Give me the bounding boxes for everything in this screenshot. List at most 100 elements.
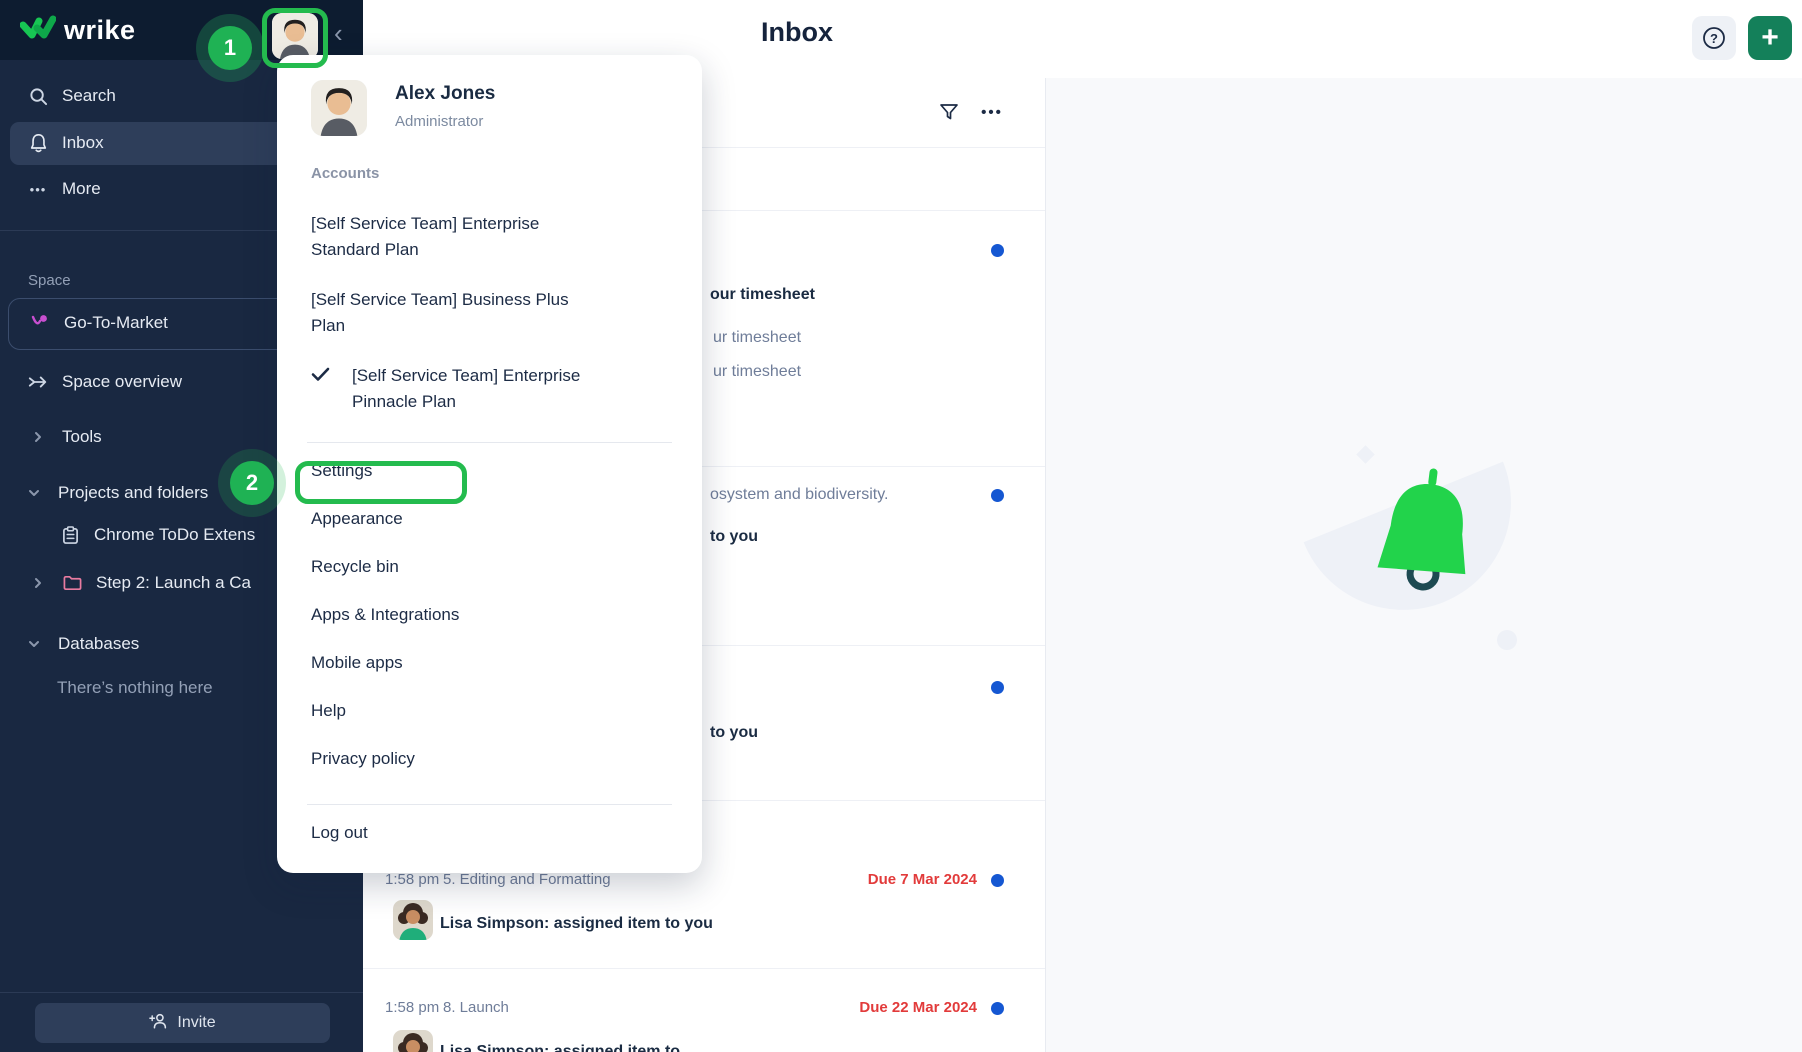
space-overview-icon <box>28 373 48 391</box>
wrike-logo-icon <box>20 14 56 47</box>
notification-line[interactable]: ur timesheet <box>713 328 801 348</box>
menu-item-apps-integrations[interactable]: Apps & Integrations <box>311 602 459 628</box>
sidebar-item-databases[interactable]: Databases <box>24 634 139 654</box>
profile-name: Alex Jones <box>395 83 495 105</box>
notification-title[interactable]: our timesheet <box>710 285 815 305</box>
list-options-button[interactable]: ••• <box>978 98 1006 126</box>
more-icon: ••• <box>28 182 48 197</box>
filter-button[interactable] <box>935 98 963 126</box>
sidebar-item-chrome-todo[interactable]: Chrome ToDo Extens <box>60 525 255 545</box>
menu-item-recycle-bin[interactable]: Recycle bin <box>311 554 399 580</box>
sender-avatar <box>393 1030 433 1052</box>
menu-account-business-plus[interactable]: [Self Service Team] Business Plus Plan <box>311 287 569 339</box>
sidebar-item-projects[interactable]: Projects and folders <box>24 483 208 503</box>
profile-menu-avatar <box>311 80 367 136</box>
sidebar-item-more[interactable]: ••• More <box>28 179 101 199</box>
account-lines: [Self Service Team] Enterprise Pinnacle … <box>352 363 580 415</box>
databases-empty-text: There’s nothing here <box>57 678 213 698</box>
sidebar-item-label: Projects and folders <box>58 483 208 503</box>
svg-text:?: ? <box>1710 31 1718 46</box>
notification-line[interactable]: ur timesheet <box>713 362 801 382</box>
sidebar-item-label: Space overview <box>62 372 182 392</box>
sidebar-item-space-overview[interactable]: Space overview <box>28 372 182 392</box>
unread-dot[interactable] <box>991 489 1004 502</box>
menu-item-appearance[interactable]: Appearance <box>311 506 403 532</box>
app-window: wrike ‹ Search Inbox ••• Mor <box>0 0 1802 1052</box>
decoration-dot <box>1497 630 1517 650</box>
chevron-down-icon <box>24 487 44 499</box>
invite-button[interactable]: Invite <box>35 1003 330 1043</box>
create-new-button[interactable]: + <box>1748 16 1792 60</box>
due-date: Due 22 Mar 2024 <box>859 999 977 1016</box>
sidebar-item-label: Tools <box>62 427 102 447</box>
menu-item-help[interactable]: Help <box>311 698 346 724</box>
sidebar-item-search[interactable]: Search <box>28 86 116 106</box>
bell-icon <box>28 133 48 153</box>
folder-icon <box>62 575 82 591</box>
notification-line[interactable]: osystem and biodiversity. <box>710 485 888 505</box>
unread-dot[interactable] <box>991 681 1004 694</box>
space-go-to-market[interactable]: Go-To-Market <box>30 313 168 333</box>
annotation-highlight-avatar <box>262 8 328 68</box>
wrike-logo[interactable]: wrike <box>20 14 136 47</box>
sidebar-item-label: Step 2: Launch a Ca <box>96 573 251 593</box>
filter-icon <box>939 102 959 122</box>
sender-avatar <box>393 900 433 940</box>
sidebar-divider <box>0 992 363 993</box>
help-icon: ? <box>1701 25 1727 51</box>
sidebar-item-label: Chrome ToDo Extens <box>94 525 255 545</box>
sidebar-item-step2-folder[interactable]: Step 2: Launch a Ca <box>28 573 251 593</box>
sidebar-item-label: Search <box>62 86 116 106</box>
search-icon <box>28 87 48 106</box>
account-line: [Self Service Team] Business Plus <box>311 287 569 313</box>
task-list-icon <box>60 526 80 545</box>
chevron-right-icon <box>28 577 48 589</box>
notification-task-title[interactable]: 8. Launch <box>443 999 509 1016</box>
menu-item-logout[interactable]: Log out <box>311 820 368 846</box>
help-button[interactable]: ? <box>1692 16 1736 60</box>
menu-item-privacy-policy[interactable]: Privacy policy <box>311 746 415 772</box>
account-line: [Self Service Team] Enterprise <box>311 211 539 237</box>
unread-dot[interactable] <box>991 244 1004 257</box>
sidebar-item-tools[interactable]: Tools <box>28 427 102 447</box>
sidebar-item-label: Inbox <box>62 133 104 153</box>
menu-account-standard[interactable]: [Self Service Team] Enterprise Standard … <box>311 211 539 263</box>
notification-task-title[interactable]: 5. Editing and Formatting <box>443 871 611 888</box>
notification-time: 1:58 pm <box>385 871 439 888</box>
notification-title[interactable]: to you <box>710 723 758 743</box>
accounts-section-label: Accounts <box>311 165 379 182</box>
chevron-right-icon <box>28 431 48 443</box>
chevron-down-icon <box>24 638 44 650</box>
annotation-step-1: 1 <box>208 26 252 70</box>
space-section-label: Space <box>28 272 71 289</box>
account-line: [Self Service Team] Enterprise <box>352 363 580 389</box>
reading-pane <box>1045 78 1802 1052</box>
check-icon <box>311 367 330 387</box>
menu-account-pinnacle[interactable]: [Self Service Team] Enterprise Pinnacle … <box>311 363 580 415</box>
due-date: Due 7 Mar 2024 <box>868 871 977 888</box>
account-line: Standard Plan <box>311 237 539 263</box>
list-divider <box>363 968 1045 969</box>
notification-message[interactable]: Lisa Simpson: assigned item to... <box>440 1043 693 1052</box>
invite-label: Invite <box>177 1014 215 1032</box>
empty-state-bell-icon <box>1368 460 1484 606</box>
annotation-highlight-settings <box>295 461 467 504</box>
page-title: Inbox <box>761 17 833 48</box>
annotation-step-2: 2 <box>230 461 274 505</box>
space-avatar-icon <box>30 314 50 332</box>
decoration-diamond <box>1356 445 1374 463</box>
account-line: Plan <box>311 313 569 339</box>
notification-message[interactable]: Lisa Simpson: assigned item to you <box>440 915 713 933</box>
collapse-sidebar-icon[interactable]: ‹ <box>334 18 343 49</box>
unread-dot[interactable] <box>991 874 1004 887</box>
wrike-logo-text: wrike <box>64 15 136 46</box>
sidebar-item-label: More <box>62 179 101 199</box>
menu-divider <box>307 442 672 443</box>
unread-dot[interactable] <box>991 1002 1004 1015</box>
sidebar-item-inbox-content[interactable]: Inbox <box>28 133 104 153</box>
menu-divider <box>307 804 672 805</box>
menu-item-mobile-apps[interactable]: Mobile apps <box>311 650 403 676</box>
account-line: Pinnacle Plan <box>352 389 580 415</box>
notification-title[interactable]: to you <box>710 527 758 547</box>
sidebar-item-label: Databases <box>58 634 139 654</box>
